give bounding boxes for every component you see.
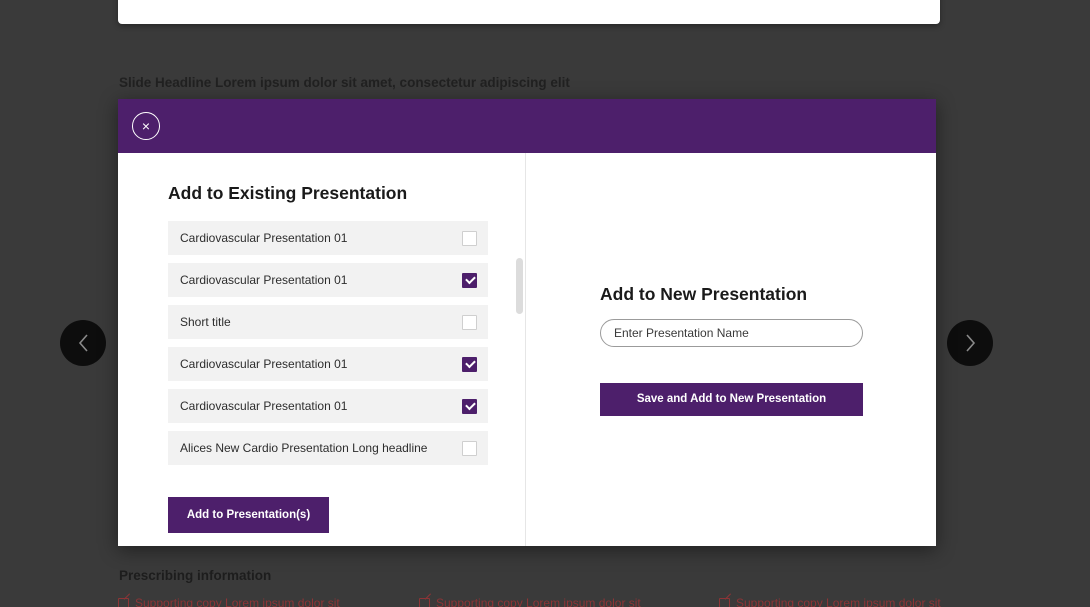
checkbox-checked[interactable] bbox=[462, 356, 477, 372]
list-item[interactable]: Supporting copy Lorem ipsum dolor sit bbox=[118, 596, 418, 607]
add-to-presentations-button[interactable]: Add to Presentation(s) bbox=[168, 497, 329, 533]
new-presentation-panel: Add to New Presentation Save and Add to … bbox=[526, 153, 936, 546]
add-to-presentation-modal: × Add to Existing Presentation Cardiovas… bbox=[118, 99, 936, 546]
list-item-label: Supporting copy Lorem ipsum dolor sit bbox=[736, 596, 941, 607]
table-row[interactable]: Short title bbox=[168, 305, 488, 339]
list-item-label: Cardiovascular Presentation 01 bbox=[180, 273, 348, 287]
chevron-left-icon bbox=[78, 334, 88, 352]
page-title: Add to New Presentation bbox=[600, 283, 808, 304]
presentation-name-input[interactable] bbox=[600, 318, 863, 347]
table-row[interactable]: Cardiovascular Presentation 01 bbox=[168, 221, 488, 255]
modal-body: Add to Existing Presentation Cardiovascu… bbox=[118, 153, 936, 546]
checkbox-unchecked[interactable] bbox=[462, 314, 477, 330]
carousel-next-button[interactable] bbox=[947, 320, 993, 366]
chevron-right-icon bbox=[965, 334, 975, 352]
table-row[interactable]: Cardiovascular Presentation 01 bbox=[168, 263, 488, 297]
checkbox-unchecked[interactable] bbox=[462, 230, 477, 246]
table-row[interactable]: Cardiovascular Presentation 01 bbox=[168, 389, 488, 423]
supporting-links-row: Supporting copy Lorem ipsum dolor sit Su… bbox=[118, 596, 1068, 607]
list-item-label: Cardiovascular Presentation 01 bbox=[180, 357, 348, 371]
existing-presentation-list: Cardiovascular Presentation 01 Cardiovas… bbox=[168, 221, 488, 465]
existing-presentation-panel: Add to Existing Presentation Cardiovascu… bbox=[118, 153, 526, 546]
save-and-add-new-button[interactable]: Save and Add to New Presentation bbox=[600, 382, 863, 416]
list-item-label: Cardiovascular Presentation 01 bbox=[180, 231, 348, 245]
list-item[interactable]: Supporting copy Lorem ipsum dolor sit bbox=[419, 596, 719, 607]
external-link-icon bbox=[118, 598, 129, 607]
list-item-label: Supporting copy Lorem ipsum dolor sit bbox=[135, 596, 340, 607]
list-item-label: Alices New Cardio Presentation Long head… bbox=[180, 441, 428, 455]
scrollbar[interactable] bbox=[516, 258, 523, 544]
modal-header: × bbox=[118, 99, 936, 153]
list-item[interactable]: Supporting copy Lorem ipsum dolor sit bbox=[719, 596, 1019, 607]
checkbox-unchecked[interactable] bbox=[462, 440, 477, 456]
checkbox-checked[interactable] bbox=[462, 398, 477, 414]
carousel-prev-button[interactable] bbox=[60, 320, 106, 366]
external-link-icon bbox=[719, 598, 730, 607]
list-item-label: Short title bbox=[180, 315, 231, 329]
slide-toolbar-card: ★ ★ ★ ☆ ☆ Rate this content ? How do I a… bbox=[118, 0, 940, 24]
slide-headline: Slide Headline Lorem ipsum dolor sit ame… bbox=[119, 75, 570, 90]
list-item-label: Supporting copy Lorem ipsum dolor sit bbox=[436, 596, 641, 607]
external-link-icon bbox=[419, 598, 430, 607]
table-row[interactable]: Cardiovascular Presentation 01 bbox=[168, 347, 488, 381]
list-item-label: Cardiovascular Presentation 01 bbox=[180, 399, 348, 413]
prescribing-information-heading: Prescribing information bbox=[119, 568, 272, 583]
scrollbar-thumb[interactable] bbox=[516, 258, 523, 314]
checkbox-checked[interactable] bbox=[462, 272, 477, 288]
close-icon[interactable]: × bbox=[132, 112, 160, 140]
page-title: Add to Existing Presentation bbox=[168, 183, 408, 203]
table-row[interactable]: Alices New Cardio Presentation Long head… bbox=[168, 431, 488, 465]
